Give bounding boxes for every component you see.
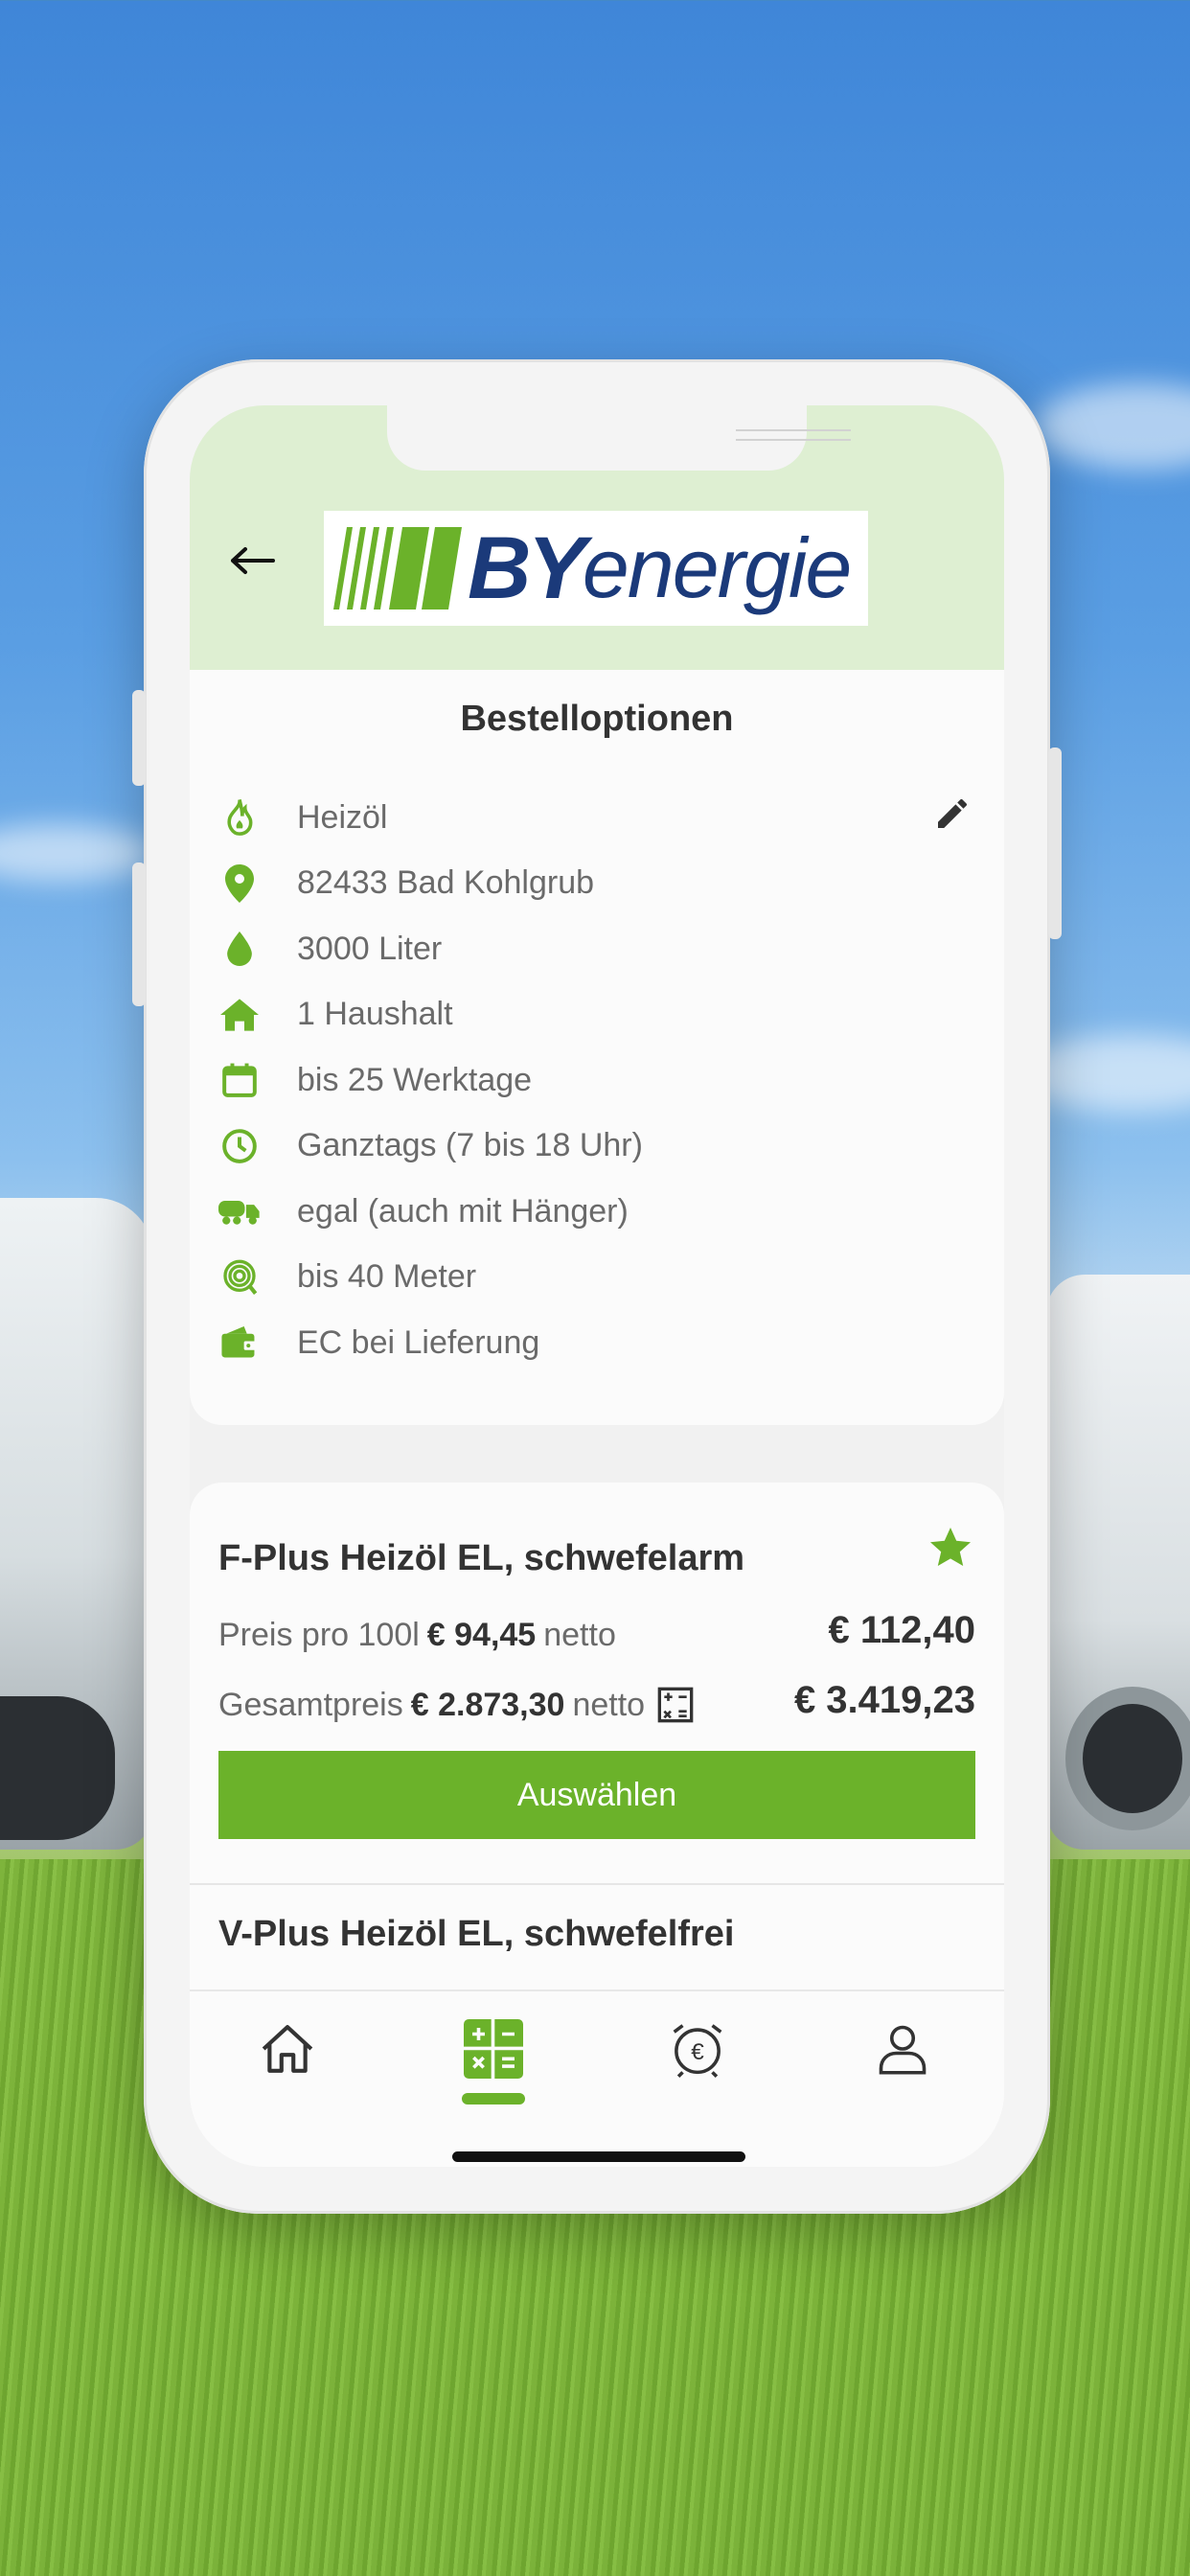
- cloud: [1035, 383, 1190, 470]
- price-per-100l-row: Preis pro 100l € 94,45 netto € 112,40: [218, 1609, 975, 1654]
- option-location-text: 82433 Bad Kohlgrub: [297, 864, 595, 902]
- tanker-truck-left: [0, 1198, 153, 1850]
- home-icon: [262, 2025, 313, 2073]
- clock-icon: [218, 1125, 261, 1167]
- tab-profile[interactable]: [864, 2011, 941, 2087]
- price-per-net: € 94,45: [426, 1617, 537, 1653]
- house-icon: [218, 994, 261, 1036]
- bottom-tab-bar: €: [190, 1990, 1004, 2167]
- back-button[interactable]: [228, 540, 278, 582]
- option-quantity-text: 3000 Liter: [297, 930, 443, 967]
- tab-home[interactable]: [249, 2011, 326, 2087]
- tab-price-alarm[interactable]: €: [659, 2011, 736, 2087]
- svg-text:€: €: [691, 2039, 704, 2065]
- price-per-gross: € 112,40: [828, 1609, 976, 1651]
- app-header: BY energie: [190, 405, 1004, 670]
- netto-label: netto: [572, 1686, 646, 1723]
- active-tab-indicator: [462, 2093, 525, 2104]
- hose-icon: [218, 1256, 261, 1299]
- cloud: [0, 824, 153, 882]
- option-row-location: 82433 Bad Kohlgrub: [218, 851, 975, 917]
- options-list: Heizöl 82433 Bad Kohlgrub 3000 Liter 1 H…: [218, 785, 975, 1376]
- logo-by-text: BY: [468, 518, 586, 617]
- divider: [190, 1883, 1004, 1885]
- side-button: [1048, 748, 1062, 939]
- notch: [387, 405, 851, 471]
- app-screen: BY energie Bestelloptionen Heizöl 82433 …: [190, 405, 1004, 2167]
- calculator-detail-icon[interactable]: [656, 1686, 695, 1724]
- tab-calculator[interactable]: [455, 2011, 532, 2087]
- calculator-icon: [464, 2019, 523, 2079]
- option-row-fuel: Heizöl: [218, 785, 975, 851]
- netto-label: netto: [543, 1617, 616, 1653]
- option-fuel-text: Heizöl: [297, 798, 388, 836]
- price-per-label: Preis pro 100l: [218, 1617, 420, 1653]
- flame-icon: [218, 796, 261, 839]
- calendar-icon: [218, 1059, 261, 1101]
- option-row-delivery-time: bis 25 Werktage: [218, 1047, 975, 1114]
- select-button[interactable]: Auswählen: [218, 1751, 975, 1839]
- option-vehicle-text: egal (auch mit Hänger): [297, 1192, 629, 1230]
- location-pin-icon: [218, 862, 261, 905]
- total-price-label: Gesamtpreis: [218, 1686, 403, 1723]
- phone-frame: BY energie Bestelloptionen Heizöl 82433 …: [132, 359, 1062, 2214]
- option-row-payment: EC bei Lieferung: [218, 1310, 975, 1376]
- star-icon[interactable]: [927, 1525, 975, 1573]
- product-title: F-Plus Heizöl EL, schwefelarm: [218, 1538, 745, 1578]
- logo-energie-text: energie: [582, 520, 853, 615]
- product-title: V-Plus Heizöl EL, schwefelfrei: [218, 1914, 735, 1954]
- drop-icon: [218, 928, 261, 970]
- back-arrow-icon: [231, 547, 275, 574]
- total-price-row: Gesamtpreis € 2.873,30 netto € 3.419,23: [218, 1679, 975, 1724]
- option-household-text: 1 Haushalt: [297, 996, 453, 1033]
- option-payment-text: EC bei Lieferung: [297, 1323, 540, 1361]
- total-price-net: € 2.873,30: [410, 1686, 565, 1723]
- side-button: [132, 690, 146, 786]
- option-row-hours: Ganztags (7 bis 18 Uhr): [218, 1114, 975, 1180]
- byenergie-logo: BY energie: [324, 511, 868, 626]
- truck-icon: [218, 1190, 261, 1232]
- wallet-icon: [218, 1322, 261, 1364]
- side-button: [132, 862, 146, 1006]
- home-indicator: [452, 2151, 745, 2162]
- option-row-vehicle: egal (auch mit Hänger): [218, 1179, 975, 1245]
- total-price-gross: € 3.419,23: [793, 1678, 975, 1721]
- logo-stripes-icon: [333, 527, 462, 610]
- option-row-household: 1 Haushalt: [218, 982, 975, 1048]
- option-delivery-time-text: bis 25 Werktage: [297, 1061, 533, 1098]
- option-row-hose: bis 40 Meter: [218, 1245, 975, 1311]
- option-hours-text: Ganztags (7 bis 18 Uhr): [297, 1127, 643, 1164]
- user-icon: [879, 2025, 927, 2075]
- tanker-truck-right: [1046, 1275, 1190, 1850]
- option-hose-text: bis 40 Meter: [297, 1258, 477, 1296]
- order-options-card: Bestelloptionen Heizöl 82433 Bad Kohlgru…: [190, 670, 1004, 1425]
- euro-alarm-clock-icon: €: [673, 2024, 722, 2079]
- option-row-quantity: 3000 Liter: [218, 916, 975, 982]
- section-title: Bestelloptionen: [460, 699, 734, 739]
